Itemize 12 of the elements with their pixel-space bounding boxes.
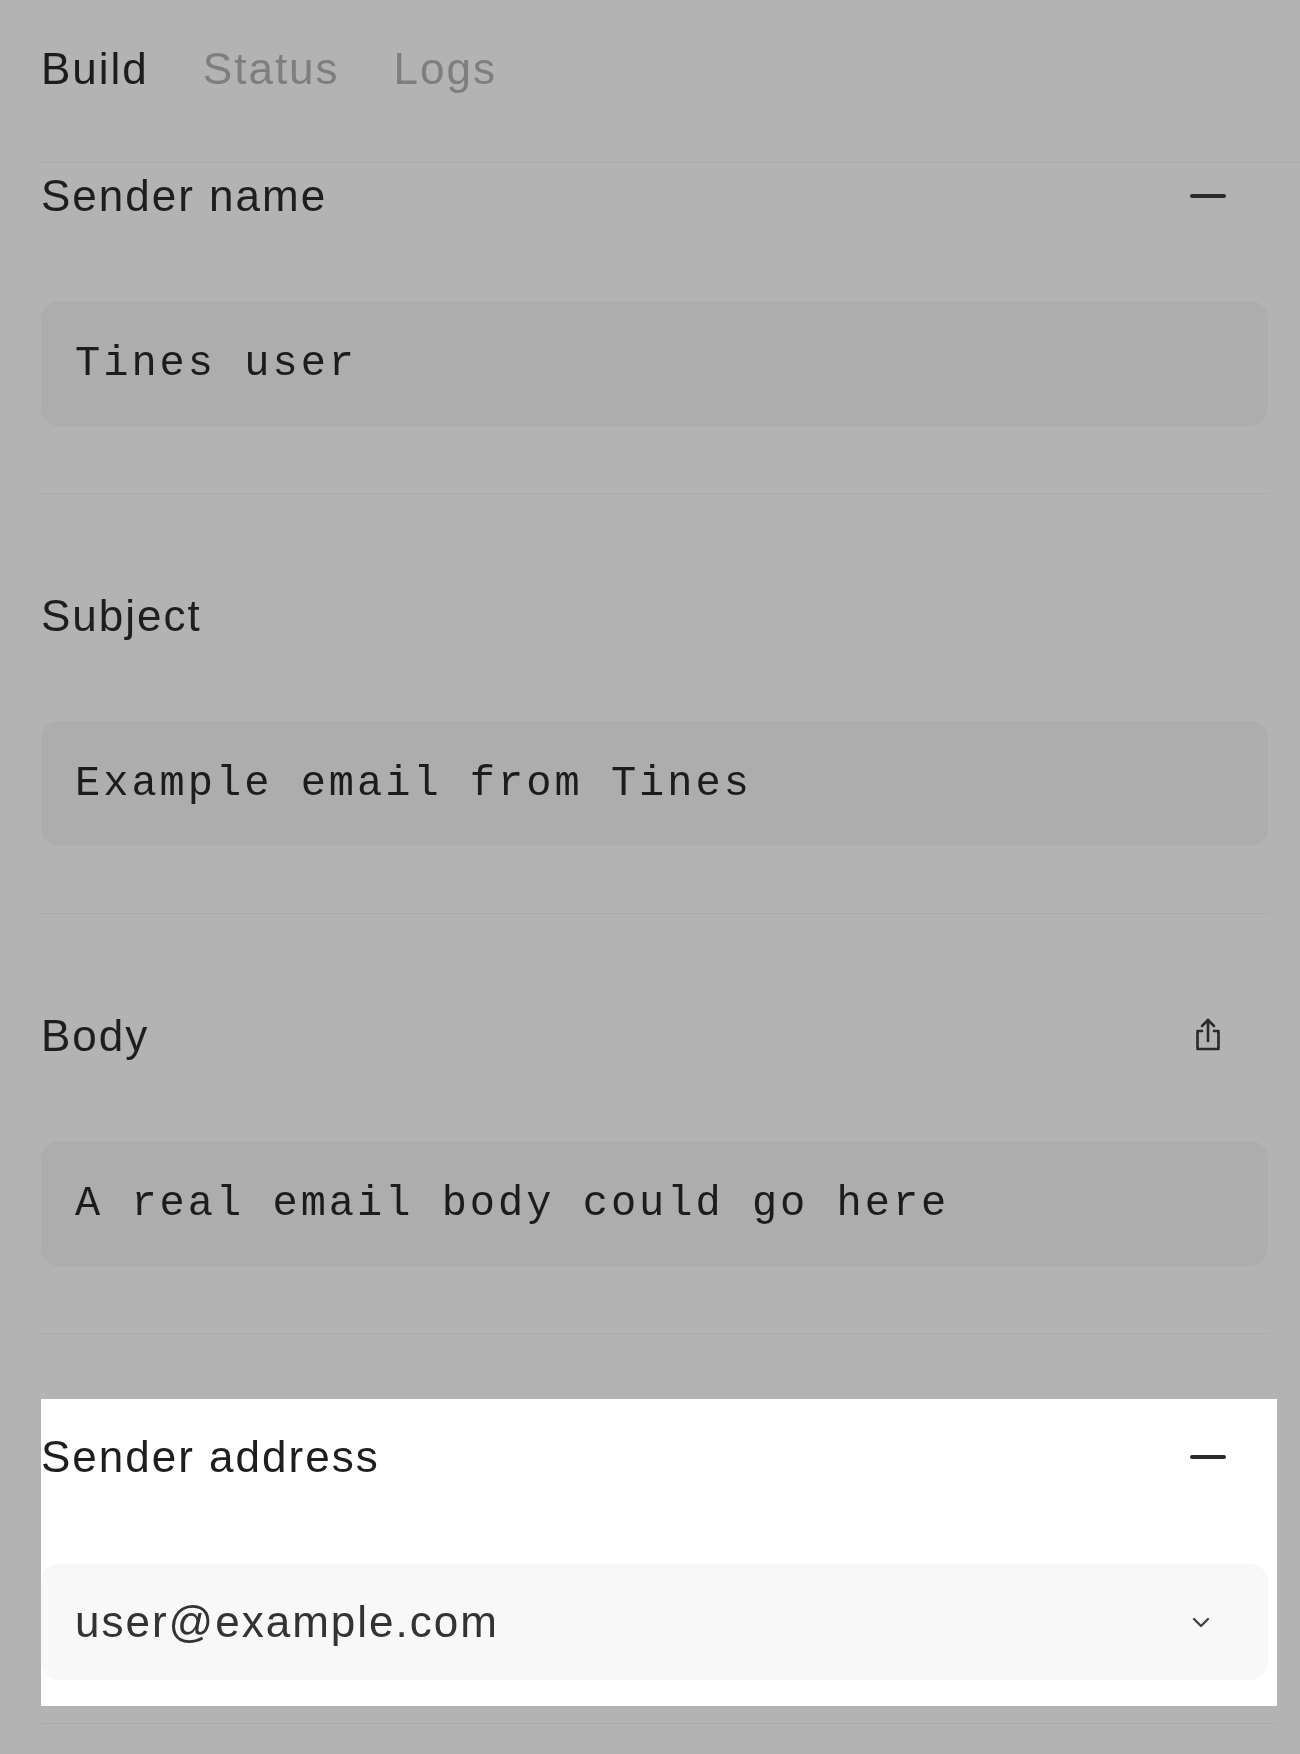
text-field[interactable]: A real email body could go here xyxy=(41,1141,1268,1266)
field-label: Sender address xyxy=(41,1432,380,1482)
tab[interactable]: Build xyxy=(41,44,149,94)
dropdown[interactable]: user@example.com xyxy=(41,1564,1268,1680)
text-field[interactable]: Tines user xyxy=(41,301,1268,426)
field-label: Subject xyxy=(41,591,202,641)
minus-icon[interactable] xyxy=(1190,194,1226,198)
field-label: Sender name xyxy=(41,171,328,221)
chevron-down-icon xyxy=(1192,1616,1210,1628)
field-label: Body xyxy=(41,1011,150,1061)
minus-icon[interactable] xyxy=(1190,1455,1226,1459)
text-field[interactable]: Example email from Tines xyxy=(41,721,1268,846)
